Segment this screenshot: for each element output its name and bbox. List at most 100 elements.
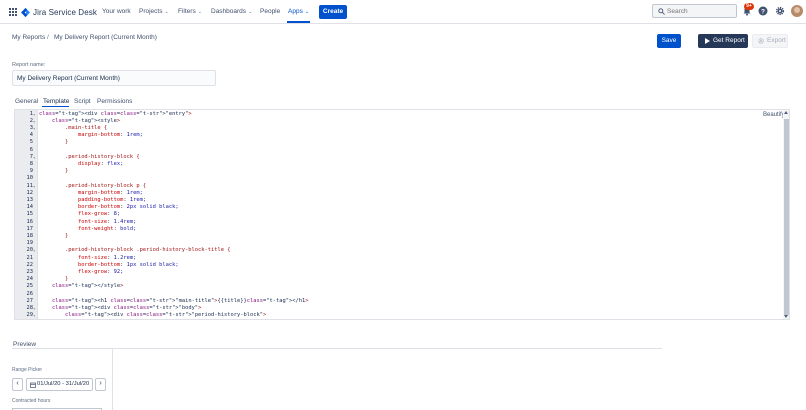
code-line: class="t-tag"><div class=class="t-str">"… — [39, 110, 192, 117]
svg-text:?: ? — [761, 8, 765, 15]
code-line: } — [39, 232, 69, 239]
fold-arrow-icon[interactable]: ▾ — [33, 126, 35, 131]
code-line: class="t-tag"></style> — [51, 283, 124, 290]
report-name-input[interactable] — [12, 70, 216, 86]
line-number: 7 — [29, 153, 33, 160]
range-next-button[interactable]: › — [95, 378, 106, 391]
tab-general[interactable]: General — [15, 98, 38, 105]
create-button[interactable]: Create — [319, 5, 347, 19]
calendar-icon — [30, 382, 36, 388]
save-button[interactable]: Save — [657, 34, 681, 48]
fold-arrow-icon[interactable]: ▾ — [33, 155, 35, 160]
help-icon[interactable]: ? — [758, 6, 768, 16]
code-line: flex-grow: 8; — [77, 211, 121, 218]
line-number: 1 — [29, 110, 33, 117]
code-line: } — [39, 139, 69, 146]
line-number: 28 — [26, 304, 34, 311]
breadcrumb-current-report[interactable]: My Delivery Report (Current Month) — [54, 34, 157, 41]
tab-script[interactable]: Script — [74, 98, 91, 105]
line-number: 24 — [26, 276, 34, 283]
active-nav-indicator — [287, 21, 310, 23]
fold-arrow-icon[interactable]: ▾ — [33, 306, 35, 311]
line-number: 21 — [26, 254, 34, 261]
jira-service-desk-logo[interactable]: Jira Service Desk — [21, 6, 97, 18]
scroll-down-arrow-icon[interactable] — [784, 315, 788, 318]
code-line: flex-grow: 92; — [77, 268, 124, 275]
fold-arrow-icon[interactable]: ▾ — [33, 112, 35, 117]
line-number: 9 — [29, 168, 33, 175]
search-box[interactable] — [652, 4, 737, 18]
code-line: font-size: 1.2rem; — [77, 254, 137, 261]
line-number: 2 — [29, 117, 33, 124]
code-line: class="t-tag"><h1 class=class="t-str">"m… — [51, 297, 309, 304]
line-number: 11 — [26, 182, 34, 189]
nav-filters-label: Filters — [178, 8, 196, 15]
search-input[interactable] — [667, 6, 735, 16]
line-number: 13 — [26, 196, 34, 203]
code-line: display: flex; — [77, 160, 124, 167]
nav-dashboards-label: Dashboards — [211, 8, 247, 15]
fold-arrow-icon[interactable]: ▾ — [33, 184, 35, 189]
code-line: margin-bottom: 1rem; — [77, 132, 143, 139]
preview-column-divider — [112, 349, 113, 410]
template-code-editor[interactable]: 1 ▾ 2 ▾ 3 ▾ 4 5 6 7 ▾ 8 9 10 11 ▾ 12 13 14 15 16 17 18 19 20 ▾ 21 2… — [14, 109, 790, 320]
get-report-label: Get Report — [713, 37, 745, 44]
fold-arrow-icon[interactable]: ▾ — [33, 119, 35, 124]
nav-people[interactable]: People — [260, 0, 280, 24]
range-picker-label: Range Picker — [12, 367, 43, 373]
line-number: 10 — [26, 175, 34, 182]
code-line: class="t-tag"><p class=class="t-str">"pe… — [39, 319, 396, 320]
chevron-down-icon: ⌄ — [197, 9, 202, 15]
get-report-button[interactable]: Get Report — [698, 34, 748, 48]
range-picker-field[interactable]: 01/Jul/20 - 31/Jul/20 — [26, 378, 93, 391]
play-icon — [705, 38, 710, 44]
line-number: 8 — [29, 160, 33, 167]
line-number: 20 — [26, 247, 34, 254]
line-number: 6 — [29, 146, 33, 153]
avatar[interactable] — [791, 5, 803, 17]
search-icon — [658, 8, 665, 15]
line-number: 15 — [26, 211, 34, 218]
code-line: .period-history-block p { — [39, 182, 147, 189]
apps-grid-icon[interactable] — [8, 7, 17, 16]
nav-dashboards[interactable]: Dashboards ⌄ — [211, 0, 252, 24]
gear-icon — [758, 38, 764, 44]
fold-arrow-icon[interactable]: ▾ — [33, 313, 35, 318]
line-number: 17 — [26, 225, 34, 232]
tab-template[interactable]: Template — [43, 98, 69, 105]
fold-arrow-icon[interactable]: ▾ — [33, 248, 35, 253]
breadcrumb-my-reports[interactable]: My Reports — [12, 34, 45, 41]
line-number: 12 — [26, 189, 34, 196]
code-line: .period-history-block { — [39, 153, 140, 160]
chevron-left-icon: ‹ — [16, 380, 19, 387]
nav-filters[interactable]: Filters ⌄ — [178, 0, 202, 24]
chevron-down-icon: ⌄ — [248, 9, 253, 15]
tab-permissions[interactable]: Permissions — [97, 98, 132, 105]
scroll-up-arrow-icon[interactable] — [784, 111, 788, 114]
nav-your-work[interactable]: Your work — [102, 0, 131, 24]
editor-scrollbar-thumb[interactable] — [784, 119, 789, 315]
report-name-label: Report name: — [12, 62, 46, 68]
line-number: 3 — [29, 124, 33, 131]
range-prev-button[interactable]: ‹ — [12, 378, 23, 391]
code-line: border-bottom: 1px solid black; — [77, 261, 179, 268]
line-number: 4 — [29, 132, 33, 139]
active-tab-indicator — [42, 106, 69, 107]
export-button[interactable]: Export — [752, 34, 788, 48]
chevron-down-icon: ⌄ — [304, 9, 310, 15]
nav-projects[interactable]: Projects ⌄ — [139, 0, 169, 24]
line-number: 19 — [26, 240, 34, 247]
beautify-button[interactable]: Beautify — [763, 112, 785, 118]
line-number: 29 — [26, 312, 34, 319]
code-line: font-size: 1.4rem; — [77, 218, 137, 225]
line-number: 14 — [26, 204, 34, 211]
app-name: Jira Service Desk — [33, 7, 97, 17]
preview-divider — [12, 348, 662, 349]
line-number: 5 — [29, 139, 33, 146]
code-line: .period-history-block .period-history-bl… — [39, 247, 231, 254]
line-number: 18 — [26, 232, 34, 239]
code-line: } — [39, 168, 69, 175]
settings-icon[interactable] — [775, 6, 785, 16]
line-number: 30 — [15, 319, 33, 320]
preview-title: Preview — [13, 341, 37, 348]
